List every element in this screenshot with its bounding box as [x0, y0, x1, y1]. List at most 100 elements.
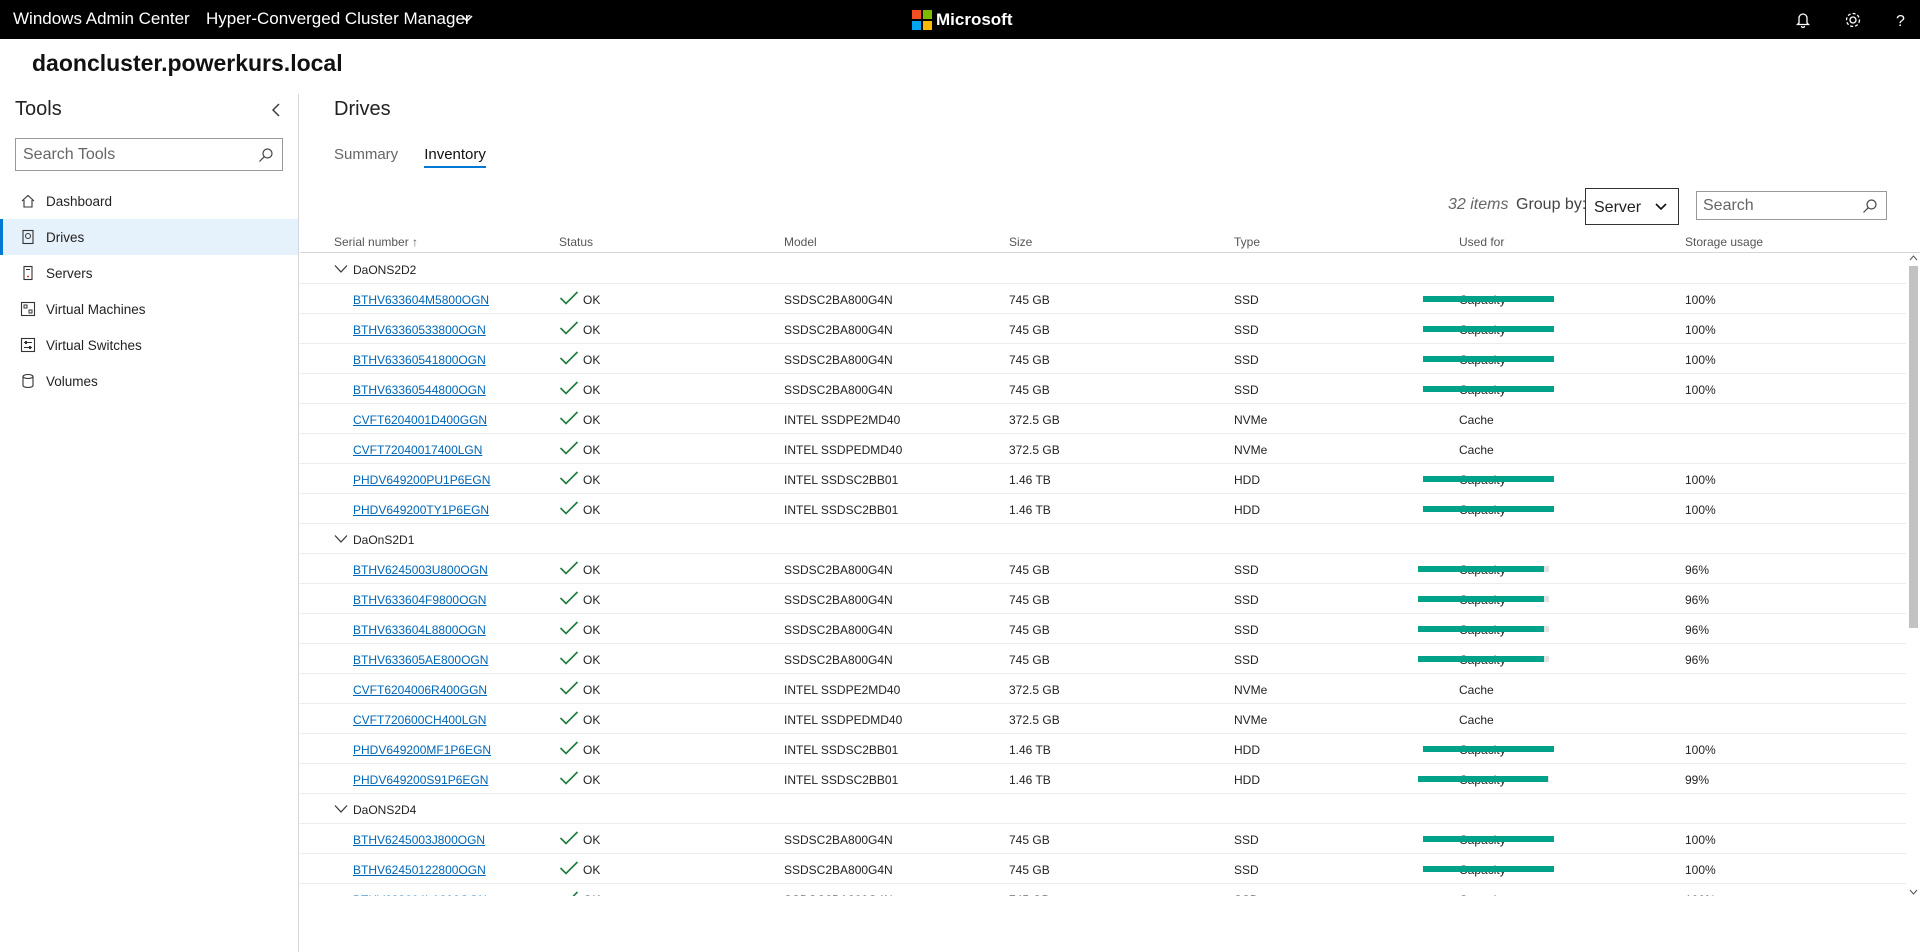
checkmark-icon — [559, 591, 579, 605]
serial-link[interactable]: BTHV633604LA800OGN — [353, 893, 487, 896]
serial-link[interactable]: CVFT72040017400LGN — [353, 443, 482, 457]
serial-link[interactable]: CVFT6204001D400GGN — [353, 413, 487, 427]
sidebar-item-dashboard[interactable]: Dashboard — [0, 183, 298, 219]
checkmark-icon — [559, 681, 579, 695]
table-row[interactable]: BTHV633604M5800OGN OK SSDSC2BA800G4N 745 GB… — [300, 284, 1906, 314]
storage-usage-fill — [1423, 836, 1554, 842]
serial-link[interactable]: BTHV63360541800OGN — [353, 353, 486, 367]
table-row[interactable]: PHDV649200MF1P6EGN OK INTEL SSDSC2BB01 1.46… — [300, 734, 1906, 764]
chevron-down-icon[interactable] — [334, 534, 348, 544]
table-row[interactable]: PHDV649200PU1P6EGN OK INTEL SSDSC2BB01 1.46… — [300, 464, 1906, 494]
tab-summary[interactable]: Summary — [334, 146, 398, 168]
table-row[interactable]: BTHV63360544800OGN OK SSDSC2BA800G4N 745 GB… — [300, 374, 1906, 404]
search-icon[interactable] — [258, 147, 274, 163]
gear-icon[interactable] — [1843, 10, 1863, 30]
serial-link[interactable]: BTHV62450122800OGN — [353, 863, 486, 877]
serial-link[interactable]: BTHV633604M5800OGN — [353, 293, 489, 307]
model-cell: INTEL SSDSC2BB01 — [784, 743, 899, 757]
column-header-status[interactable]: Status — [559, 235, 593, 249]
grid-search-input[interactable] — [1697, 192, 1857, 219]
serial-link[interactable]: BTHV6245003J800OGN — [353, 833, 485, 847]
table-row[interactable]: BTHV62450122800OGN OK SSDSC2BA800G4N 745 GB… — [300, 854, 1906, 884]
bell-icon[interactable] — [1793, 10, 1813, 30]
column-header-used-for[interactable]: Used for — [1459, 235, 1504, 249]
table-row[interactable]: PHDV649200S91P6EGN OK INTEL SSDSC2BB01 1.46… — [300, 764, 1906, 794]
status-text: OK — [583, 293, 601, 307]
storage-usage-bar — [1423, 746, 1554, 752]
grid-scrollbar[interactable] — [1906, 254, 1920, 896]
tools-search-input[interactable] — [16, 139, 246, 170]
checkmark-icon — [559, 411, 579, 425]
serial-link[interactable]: CVFT6204006R400GGN — [353, 683, 487, 697]
serial-link[interactable]: BTHV633605AE800OGN — [353, 653, 488, 667]
table-row[interactable]: BTHV63360541800OGN OK SSDSC2BA800G4N 745 GB… — [300, 344, 1906, 374]
serial-link[interactable]: PHDV649200S91P6EGN — [353, 773, 488, 787]
context-switcher[interactable]: Hyper-Converged Cluster Manager — [206, 9, 471, 29]
search-icon[interactable] — [1862, 198, 1878, 214]
sidebar-item-volumes[interactable]: Volumes — [0, 363, 298, 399]
storage-usage-fill — [1418, 656, 1544, 662]
group-row[interactable]: DaONS2D4 — [300, 794, 1906, 824]
column-header-type[interactable]: Type — [1234, 235, 1260, 249]
sidebar-item-drives[interactable]: Drives — [0, 219, 298, 255]
type-cell: SSD — [1234, 383, 1259, 397]
column-header-serial[interactable]: Serial number ↑ — [334, 235, 418, 249]
usage-percent: 96% — [1685, 623, 1710, 637]
table-row[interactable]: BTHV63360533800OGN OK SSDSC2BA800G4N 745 GB… — [300, 314, 1906, 344]
chevron-down-icon[interactable] — [460, 12, 474, 26]
serial-link[interactable]: CVFT720600CH400LGN — [353, 713, 486, 727]
chevron-down-icon[interactable] — [334, 264, 348, 274]
model-cell: INTEL SSDSC2BB01 — [784, 503, 899, 517]
table-row[interactable]: CVFT720600CH400LGN OK INTEL SSDPEDMD40 372.… — [300, 704, 1906, 734]
table-row[interactable]: BTHV633605AE800OGN OK SSDSC2BA800G4N 745 GB… — [300, 644, 1906, 674]
table-row[interactable]: PHDV649200TY1P6EGN OK INTEL SSDSC2BB01 1.46… — [300, 494, 1906, 524]
table-row[interactable]: BTHV633604LA800OGN OK SSDSC2BA800G4N 745 GB… — [300, 884, 1906, 896]
group-row[interactable]: DaOnS2D1 — [300, 524, 1906, 554]
column-header-model[interactable]: Model — [784, 235, 817, 249]
column-header-storage-usage[interactable]: Storage usage — [1685, 235, 1763, 249]
size-cell: 1.46 TB — [1009, 503, 1051, 517]
chevron-down-icon[interactable] — [334, 804, 348, 814]
scroll-down-arrow-icon[interactable] — [1909, 888, 1918, 896]
table-row[interactable]: CVFT6204006R400GGN OK INTEL SSDPE2MD40 372.… — [300, 674, 1906, 704]
size-cell: 1.46 TB — [1009, 743, 1051, 757]
usage-percent: 100% — [1685, 893, 1716, 896]
table-row[interactable]: CVFT6204001D400GGN OK INTEL SSDPE2MD40 372.… — [300, 404, 1906, 434]
table-row[interactable]: BTHV633604L8800OGN OK SSDSC2BA800G4N 745 GB… — [300, 614, 1906, 644]
collapse-chevron-left-icon[interactable] — [268, 102, 284, 118]
table-row[interactable]: BTHV633604F9800OGN OK SSDSC2BA800G4N 745 GB… — [300, 584, 1906, 614]
storage-usage-fill — [1423, 506, 1554, 512]
table-row[interactable]: CVFT72040017400LGN OK INTEL SSDPEDMD40 372.… — [300, 434, 1906, 464]
table-row[interactable]: BTHV6245003U800OGN OK SSDSC2BA800G4N 745 GB… — [300, 554, 1906, 584]
tab-inventory[interactable]: Inventory — [424, 146, 486, 168]
status-text: OK — [583, 473, 601, 487]
group-by-select[interactable]: Server — [1585, 188, 1679, 225]
serial-link[interactable]: BTHV6245003U800OGN — [353, 563, 488, 577]
scroll-up-arrow-icon[interactable] — [1909, 254, 1918, 262]
drive-icon — [22, 229, 34, 245]
serial-link[interactable]: BTHV633604F9800OGN — [353, 593, 486, 607]
serial-link[interactable]: PHDV649200PU1P6EGN — [353, 473, 490, 487]
drives-grid: DaONS2D2 BTHV633604M5800OGN OK SSDSC2BA800G… — [300, 254, 1906, 896]
group-row[interactable]: DaONS2D2 — [300, 254, 1906, 284]
storage-usage-bar — [1423, 326, 1554, 332]
sidebar-item-servers[interactable]: Servers — [0, 255, 298, 291]
sidebar-item-virtual-machines[interactable]: Virtual Machines — [0, 291, 298, 327]
serial-link[interactable]: BTHV63360533800OGN — [353, 323, 486, 337]
status-text: OK — [583, 413, 601, 427]
model-cell: SSDSC2BA800G4N — [784, 863, 893, 877]
microsoft-logo: Microsoft — [912, 9, 1013, 31]
scroll-thumb[interactable] — [1909, 266, 1918, 628]
app-title[interactable]: Windows Admin Center — [13, 9, 190, 29]
serial-link[interactable]: PHDV649200TY1P6EGN — [353, 503, 489, 517]
serial-link[interactable]: BTHV633604L8800OGN — [353, 623, 486, 637]
help-icon[interactable]: ? — [1891, 10, 1911, 30]
type-cell: SSD — [1234, 653, 1259, 667]
serial-link[interactable]: BTHV63360544800OGN — [353, 383, 486, 397]
column-header-size[interactable]: Size — [1009, 235, 1032, 249]
size-cell: 745 GB — [1009, 563, 1050, 577]
sidebar-item-virtual-switches[interactable]: Virtual Switches — [0, 327, 298, 363]
serial-link[interactable]: PHDV649200MF1P6EGN — [353, 743, 491, 757]
sidebar-item-label: Drives — [46, 229, 85, 245]
table-row[interactable]: BTHV6245003J800OGN OK SSDSC2BA800G4N 745 GB… — [300, 824, 1906, 854]
